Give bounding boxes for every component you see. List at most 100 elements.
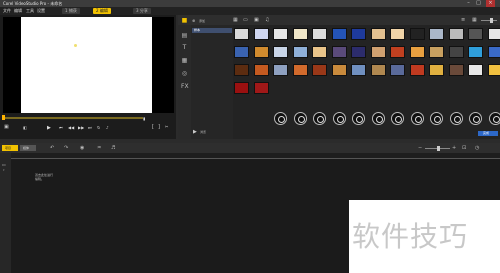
end-icon[interactable]: ⏭	[88, 125, 92, 130]
library-thumbnail[interactable]	[253, 46, 269, 58]
menu-settings[interactable]: 设置	[37, 8, 45, 14]
trim-out-icon[interactable]: ]	[158, 124, 160, 130]
minimize-icon[interactable]: –	[464, 0, 473, 7]
library-thumbnail[interactable]	[312, 46, 327, 58]
grid-view-icon[interactable]: ▦	[472, 17, 477, 23]
media-icon[interactable]: ■	[181, 17, 188, 24]
record-icon[interactable]: ◉	[80, 145, 84, 151]
library-thumbnail[interactable]	[429, 46, 444, 58]
import-icon[interactable]: ▦	[233, 17, 238, 23]
add-folder-icon[interactable]: ⊕	[192, 18, 195, 23]
duration-icon[interactable]: ◷	[475, 145, 479, 151]
library-thumbnail[interactable]	[351, 64, 366, 76]
library-thumbnail[interactable]	[234, 82, 249, 94]
repeat-icon[interactable]: ↻	[97, 125, 100, 130]
photo-filter-icon[interactable]: ▣	[254, 17, 259, 23]
library-thumbnail[interactable]	[409, 28, 425, 40]
audio-clip-icon[interactable]	[430, 112, 443, 125]
auto-music-icon[interactable]: ♬	[111, 145, 115, 151]
audio-clip-icon[interactable]	[313, 112, 326, 125]
library-thumbnail[interactable]	[468, 46, 483, 58]
thumb-size-slider[interactable]	[481, 20, 497, 21]
library-thumbnail[interactable]	[487, 28, 500, 40]
mixer-icon[interactable]: ♒	[97, 145, 101, 151]
zoom-out-icon[interactable]: −	[418, 145, 422, 151]
volume-icon[interactable]: ♪	[106, 125, 109, 130]
library-thumbnail[interactable]	[390, 28, 405, 40]
prev-frame-icon[interactable]: ◀◀	[68, 125, 74, 130]
library-thumbnail[interactable]	[331, 28, 347, 40]
library-thumbnail[interactable]	[234, 64, 249, 76]
audio-clip-icon[interactable]	[488, 112, 500, 125]
audio-clip-icon[interactable]	[293, 112, 307, 125]
split-icon[interactable]: ✂	[165, 124, 168, 129]
audio-clip-icon[interactable]	[410, 112, 424, 125]
library-thumbnail[interactable]	[409, 64, 425, 76]
video-track-icon[interactable]: ▭	[2, 162, 6, 167]
step-edit[interactable]: 2 编辑	[93, 8, 111, 14]
library-thumbnail[interactable]	[429, 64, 444, 76]
track-expand-icon[interactable]: ▾	[3, 168, 5, 172]
fx-icon[interactable]: FX	[181, 83, 189, 90]
audio-clip-icon[interactable]	[274, 112, 287, 125]
fit-project-icon[interactable]: ⊡	[462, 145, 466, 151]
transitions-icon[interactable]: ▤	[181, 32, 188, 39]
add-folder-label[interactable]: 添加	[199, 19, 205, 23]
next-frame-icon[interactable]: ▶▶	[78, 125, 84, 130]
library-thumbnail[interactable]	[331, 64, 347, 76]
library-thumbnail[interactable]	[292, 64, 308, 76]
audio-clip-icon[interactable]	[352, 112, 365, 125]
filters-icon[interactable]: ◎	[181, 70, 188, 77]
home-icon[interactable]: ⏮	[59, 125, 63, 130]
thumb-size-handle[interactable]	[490, 18, 493, 23]
audio-clip-icon[interactable]	[332, 112, 346, 125]
zoom-in-icon[interactable]: +	[452, 145, 456, 151]
library-thumbnail[interactable]	[351, 28, 366, 40]
library-thumbnail[interactable]	[370, 46, 386, 58]
library-thumbnail[interactable]	[234, 28, 249, 40]
library-thumbnail[interactable]	[273, 46, 288, 58]
close-icon[interactable]: ×	[486, 0, 495, 7]
library-thumbnail[interactable]	[273, 64, 288, 76]
library-thumbnail[interactable]	[429, 28, 444, 40]
clip-icon[interactable]: ◧	[23, 125, 27, 130]
redo-icon[interactable]: ↷	[64, 145, 68, 151]
library-thumbnail[interactable]	[253, 28, 269, 40]
video-filter-icon[interactable]: ▭	[243, 17, 248, 23]
zoom-handle[interactable]	[437, 146, 440, 151]
library-thumbnail[interactable]	[253, 64, 269, 76]
audio-clip-icon[interactable]	[469, 112, 482, 125]
audio-filter-icon[interactable]: ♫	[265, 17, 269, 23]
library-thumbnail[interactable]	[273, 28, 288, 40]
titles-icon[interactable]: T	[181, 44, 188, 51]
audio-clip-icon[interactable]	[371, 112, 385, 125]
sort-icon[interactable]: ≡	[461, 17, 465, 23]
scrubber-track[interactable]	[3, 117, 143, 119]
library-thumbnail[interactable]	[312, 28, 327, 40]
library-thumbnail[interactable]	[468, 28, 483, 40]
menu-file[interactable]: 文件	[3, 8, 11, 14]
library-thumbnail[interactable]	[487, 46, 500, 58]
library-thumbnail[interactable]	[234, 46, 249, 58]
step-capture[interactable]: 1 捕获	[62, 8, 80, 14]
library-thumbnail[interactable]	[253, 82, 269, 94]
library-thumbnail[interactable]	[390, 64, 405, 76]
trim-in-icon[interactable]: [	[152, 124, 154, 130]
project-icon[interactable]: ▣	[4, 124, 9, 130]
library-thumbnail[interactable]	[292, 46, 308, 58]
browse-label[interactable]: 浏览	[200, 130, 206, 134]
library-thumbnail[interactable]	[370, 28, 386, 40]
menu-tools[interactable]: 工具	[26, 8, 34, 14]
trim-end-icon[interactable]: ▮	[143, 116, 145, 121]
library-thumbnail[interactable]	[370, 64, 386, 76]
audio-clip-icon[interactable]	[391, 112, 404, 125]
audio-clip-icon[interactable]	[449, 112, 463, 125]
library-thumbnail[interactable]	[351, 46, 366, 58]
undo-icon[interactable]: ↶	[50, 145, 54, 151]
library-thumbnail[interactable]	[448, 64, 464, 76]
play-icon[interactable]: ▶	[47, 125, 51, 131]
browse-icon[interactable]: ▶	[193, 129, 197, 135]
graphics-icon[interactable]: ▦	[181, 57, 188, 64]
library-thumbnail[interactable]	[468, 64, 483, 76]
library-thumbnail[interactable]	[409, 46, 425, 58]
